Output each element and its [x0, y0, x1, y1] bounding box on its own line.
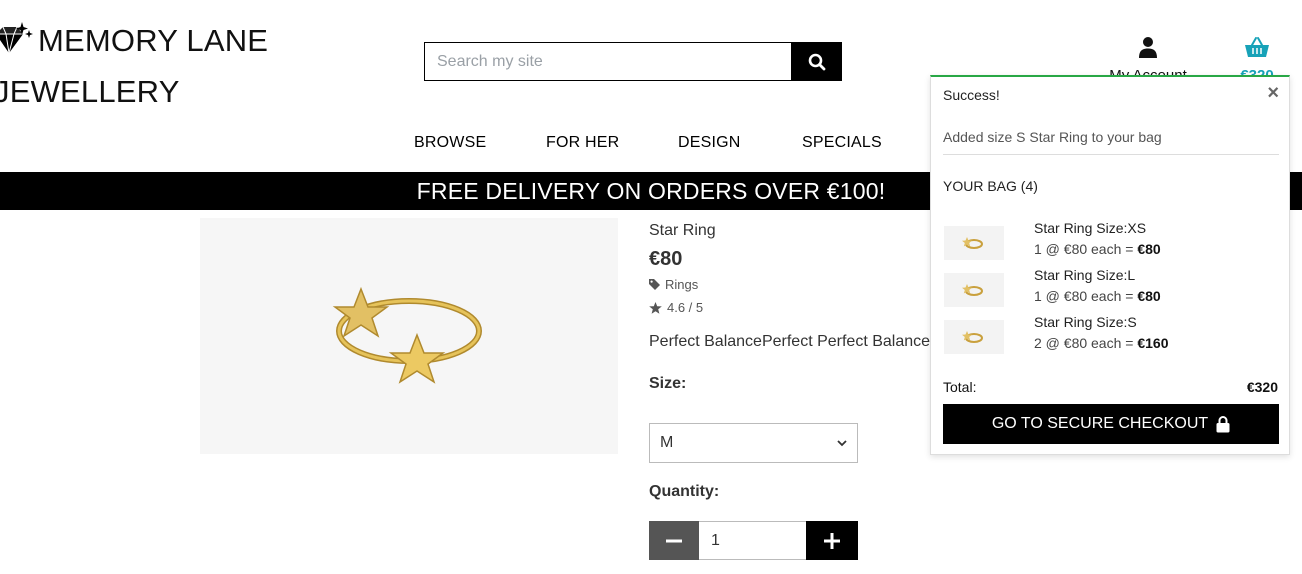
bag-item-thumbnail — [944, 273, 1004, 307]
quantity-label: Quantity: — [649, 483, 720, 500]
size-select[interactable]: M — [649, 423, 858, 463]
bag-toast: Success! × Added size S Star Ring to you… — [930, 75, 1290, 455]
star-icon — [649, 301, 662, 314]
bag-item-subtotal: €80 — [1137, 241, 1161, 257]
checkout-label: GO TO SECURE CHECKOUT — [991, 415, 1209, 432]
quantity-section: Quantity: — [649, 483, 939, 501]
total-value: €320 — [1246, 379, 1278, 395]
lock-icon — [1216, 415, 1230, 432]
user-icon — [1139, 37, 1157, 58]
search-bar — [424, 42, 842, 81]
nav-item-browse[interactable]: BROWSE — [414, 134, 486, 152]
site-logo[interactable]: MEMORY LANE JEWELLERY — [0, 18, 294, 115]
secure-checkout-button[interactable]: GO TO SECURE CHECKOUT — [943, 404, 1279, 444]
bag-item-detail: 2 @ €80 each = €160 — [1034, 335, 1169, 351]
search-icon — [808, 53, 825, 70]
product-rating: 4.6 / 5 — [649, 300, 939, 315]
diamond-icon — [0, 22, 34, 69]
minus-icon — [666, 539, 682, 542]
product-category[interactable]: Rings — [649, 277, 939, 292]
bag-item-thumbnail — [944, 226, 1004, 260]
toast-title: Success! — [943, 87, 1000, 103]
nav-item-design[interactable]: DESIGN — [678, 134, 741, 152]
basket-icon — [1245, 37, 1269, 57]
search-button[interactable] — [791, 42, 842, 81]
increase-quantity-button[interactable] — [806, 521, 858, 560]
bag-item[interactable]: Star Ring Size:XS 1 @ €80 each = €80 — [943, 220, 1279, 264]
brand-name-line-1: MEMORY LANE — [38, 23, 269, 58]
bag-item-detail: 1 @ €80 each = €80 — [1034, 241, 1161, 257]
decrease-quantity-button[interactable] — [649, 521, 699, 560]
bag-item-subtotal: €160 — [1137, 335, 1169, 351]
nav-item-specials[interactable]: SPECIALS — [802, 134, 882, 152]
quantity-stepper: 1 — [649, 521, 858, 560]
total-label: Total: — [943, 379, 977, 395]
tag-icon — [649, 279, 660, 290]
bag-item-title: Star Ring Size:S — [1034, 314, 1137, 330]
nav-item-for-her[interactable]: FOR HER — [546, 134, 619, 152]
toast-message: Added size S Star Ring to your bag — [943, 129, 1162, 145]
product-image[interactable] — [200, 218, 618, 454]
bag-item[interactable]: Star Ring Size:L 1 @ €80 each = €80 — [943, 267, 1279, 311]
brand-name-line-2: JEWELLERY — [0, 74, 180, 109]
bag-item-thumbnail — [944, 320, 1004, 354]
product-description: Perfect BalancePerfect Perfect Balance — [649, 333, 931, 350]
bag-item-subtotal: €80 — [1137, 288, 1161, 304]
bag-item[interactable]: Star Ring Size:S 2 @ €80 each = €160 — [943, 314, 1279, 358]
product-price: €80 — [649, 248, 683, 270]
category-label: Rings — [665, 277, 699, 292]
size-label: Size: — [649, 375, 687, 392]
close-icon[interactable]: × — [1267, 83, 1279, 103]
search-input[interactable] — [424, 42, 791, 81]
logo-line-1: MEMORY LANE — [0, 18, 294, 69]
rating-value: 4.6 / 5 — [667, 300, 704, 315]
chevron-down-icon — [837, 439, 847, 446]
toast-divider — [943, 154, 1279, 155]
bag-count: YOUR BAG (4) — [943, 178, 1038, 194]
bag-item-title: Star Ring Size:L — [1034, 267, 1136, 283]
bag-item-title: Star Ring Size:XS — [1034, 220, 1147, 236]
quantity-input[interactable]: 1 — [699, 521, 806, 560]
plus-icon — [824, 532, 840, 549]
bag-item-detail: 1 @ €80 each = €80 — [1034, 288, 1161, 304]
size-selected-value: M — [660, 434, 674, 451]
product-details: Star Ring €80 Rings 4.6 / 5 Perfect Bala… — [649, 222, 939, 393]
star-ring-image — [332, 286, 482, 384]
product-name: Star Ring — [649, 222, 716, 239]
